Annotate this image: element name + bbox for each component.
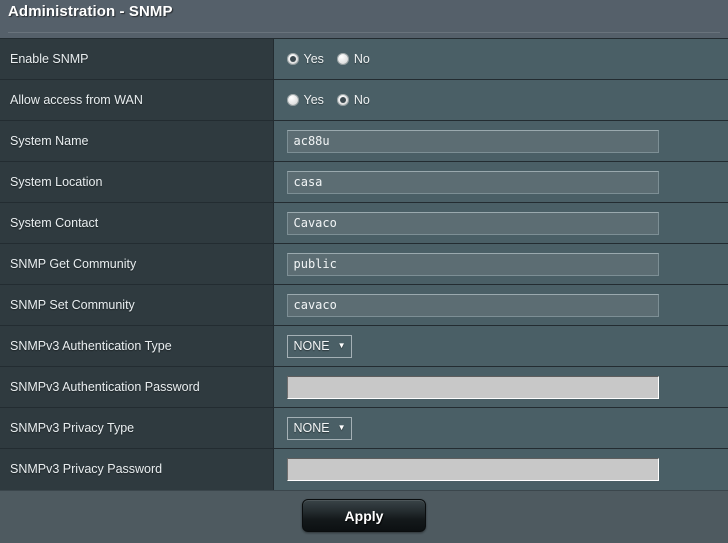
- dropdown-value: NONE: [293, 339, 330, 353]
- radio-option-label: Yes: [303, 52, 324, 66]
- settings-row: System Location: [0, 161, 728, 203]
- settings-row: System Contact: [0, 202, 728, 244]
- text-input[interactable]: [286, 129, 659, 153]
- text-input[interactable]: [286, 252, 659, 276]
- settings-row: SNMPv3 Authentication Password: [0, 366, 728, 408]
- setting-label: SNMPv3 Privacy Password: [0, 448, 274, 490]
- setting-label: SNMPv3 Authentication Type: [0, 325, 274, 367]
- radio-selected-icon[interactable]: [286, 53, 299, 65]
- header-divider: [8, 32, 720, 33]
- settings-row: SNMPv3 Authentication Type NONE ▼: [0, 325, 728, 367]
- setting-control-cell: Yes No: [273, 38, 728, 80]
- text-input[interactable]: [286, 293, 659, 317]
- settings-row: SNMPv3 Privacy Type NONE ▼: [0, 407, 728, 449]
- settings-row: System Name: [0, 120, 728, 162]
- setting-label: SNMP Set Community: [0, 284, 274, 326]
- dropdown-select[interactable]: NONE ▼: [286, 416, 352, 440]
- radio-option-label: Yes: [303, 93, 324, 107]
- setting-label: SNMPv3 Privacy Type: [0, 407, 274, 449]
- page-header: Administration - SNMP: [0, 0, 728, 38]
- page-title: Administration - SNMP: [8, 3, 173, 20]
- radio-option[interactable]: Yes: [286, 93, 324, 107]
- radio-group: Yes No: [286, 93, 728, 107]
- setting-control-cell: [273, 161, 728, 203]
- setting-control-cell: [273, 448, 728, 490]
- setting-control-cell: [273, 284, 728, 326]
- radio-unselected-icon[interactable]: [336, 53, 349, 65]
- setting-control-cell: [273, 243, 728, 285]
- settings-row: SNMPv3 Privacy Password: [0, 448, 728, 490]
- setting-control-cell: NONE ▼: [273, 325, 728, 367]
- radio-selected-icon[interactable]: [336, 94, 349, 106]
- setting-label: Allow access from WAN: [0, 79, 274, 121]
- setting-control-cell: [273, 120, 728, 162]
- radio-group: Yes No: [286, 52, 728, 66]
- settings-row: Enable SNMP Yes No: [0, 38, 728, 80]
- settings-row: SNMP Set Community: [0, 284, 728, 326]
- chevron-down-icon: ▼: [337, 423, 346, 432]
- settings-row: SNMP Get Community: [0, 243, 728, 285]
- radio-option-label: No: [353, 52, 370, 66]
- radio-option-label: No: [353, 93, 370, 107]
- setting-label: System Location: [0, 161, 274, 203]
- setting-control-cell: NONE ▼: [273, 407, 728, 449]
- setting-control-cell: [273, 366, 728, 408]
- snmp-settings-table: Enable SNMP Yes No Allow access from WAN Yes…: [0, 38, 728, 490]
- setting-label: System Name: [0, 120, 274, 162]
- radio-option[interactable]: No: [336, 52, 370, 66]
- setting-control-cell: Yes No: [273, 79, 728, 121]
- setting-label: System Contact: [0, 202, 274, 244]
- setting-control-cell: [273, 202, 728, 244]
- setting-label: Enable SNMP: [0, 38, 274, 80]
- setting-label: SNMP Get Community: [0, 243, 274, 285]
- chevron-down-icon: ▼: [337, 341, 346, 350]
- disabled-text-input: [286, 375, 659, 399]
- text-input[interactable]: [286, 170, 659, 194]
- setting-label: SNMPv3 Authentication Password: [0, 366, 274, 408]
- radio-option[interactable]: No: [336, 93, 370, 107]
- dropdown-select[interactable]: NONE ▼: [286, 334, 352, 358]
- settings-row: Allow access from WAN Yes No: [0, 79, 728, 121]
- disabled-text-input: [286, 457, 659, 481]
- dropdown-value: NONE: [293, 421, 330, 435]
- radio-option[interactable]: Yes: [286, 52, 324, 66]
- footer-bar: Apply: [0, 489, 728, 541]
- radio-unselected-icon[interactable]: [286, 94, 299, 106]
- apply-button[interactable]: Apply: [302, 499, 426, 532]
- text-input[interactable]: [286, 211, 659, 235]
